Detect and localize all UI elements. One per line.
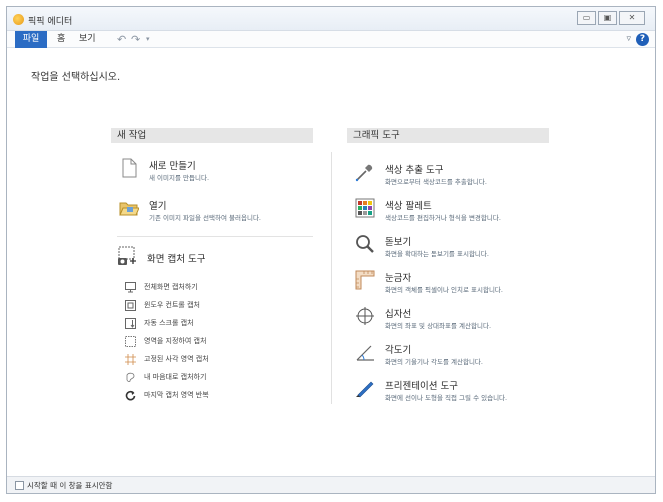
capture-region-label: 영역을 지정하여 캡처 xyxy=(144,337,207,345)
color-palette-title: 색상 팔레트 xyxy=(385,201,432,212)
crosshair-icon xyxy=(356,307,374,325)
magnifier-desc: 화면을 확대하는 돋보기를 표시합니다. xyxy=(385,250,489,258)
eyedropper-icon xyxy=(355,164,373,182)
scroll-capture-icon xyxy=(125,318,136,329)
fixed-region-icon xyxy=(125,354,136,365)
capture-region[interactable]: 영역을 지정하여 캡처 xyxy=(125,335,305,349)
freehand-icon xyxy=(126,372,135,383)
capture-freehand-label: 내 마음대로 캡처하기 xyxy=(144,373,207,381)
ruler-icon xyxy=(355,270,375,290)
new-image-item[interactable]: 새로 만들기 새 이미지를 만듭니다. xyxy=(119,158,309,186)
protractor-title: 각도기 xyxy=(385,345,412,356)
color-palette-item[interactable]: 색상 팔레트 색상코드를 편집하거나 형식을 변경합니다. xyxy=(355,198,555,226)
crosshair-item[interactable]: 십자선 화면의 좌표 및 상대좌표를 계산합니다. xyxy=(355,306,555,334)
column-divider xyxy=(331,152,332,404)
magnifier-icon xyxy=(356,235,374,253)
color-picker-title: 색상 추출 도구 xyxy=(385,165,444,176)
repeat-icon xyxy=(125,390,136,401)
graphic-tools-header: 그래픽 도구 xyxy=(347,128,549,143)
tab-file[interactable]: 파일 xyxy=(15,31,47,48)
ribbon-bar: 파일 홈 보기 ↶ ↷ ▾ ▿ ? xyxy=(7,31,655,48)
protractor-icon xyxy=(356,345,374,361)
window-control-icon xyxy=(125,300,136,311)
close-button[interactable]: ✕ xyxy=(619,11,645,25)
ruler-title: 눈금자 xyxy=(385,273,412,284)
screen-capture-item[interactable]: 화면 캡처 도구 xyxy=(117,246,307,270)
capture-repeat-last[interactable]: 마지막 캡처 영역 반복 xyxy=(125,389,305,403)
region-icon xyxy=(125,336,136,347)
open-title: 열기 xyxy=(149,201,167,212)
screen-capture-title: 화면 캡처 도구 xyxy=(147,254,206,265)
color-palette-desc: 색상코드를 편집하거나 형식을 변경합니다. xyxy=(385,214,501,222)
select-task-prompt: 작업을 선택하십시오. xyxy=(31,72,121,83)
open-desc: 기존 이미지 파일을 선택하여 불러옵니다. xyxy=(149,214,261,222)
pen-icon xyxy=(356,381,374,398)
magnifier-title: 돋보기 xyxy=(385,237,412,248)
capture-fixed-region-label: 고정된 사각 영역 캡처 xyxy=(144,355,209,363)
camera-icon xyxy=(118,246,136,265)
section-divider xyxy=(117,236,313,237)
ruler-item[interactable]: 눈금자 화면의 객체를 픽셀이나 인치로 표시합니다. xyxy=(355,270,555,298)
folder-icon xyxy=(119,202,139,216)
quick-access-dropdown[interactable]: ▾ xyxy=(146,35,150,43)
capture-window-control-label: 윈도우 컨트롤 캡처 xyxy=(144,301,200,309)
palette-icon xyxy=(355,198,375,218)
new-image-title: 새로 만들기 xyxy=(149,161,196,172)
presentation-tool-title: 프리젠테이션 도구 xyxy=(385,381,458,392)
dont-show-checkbox[interactable] xyxy=(15,481,24,490)
dont-show-checkbox-label[interactable]: 시작할 때 이 창을 표시안함 xyxy=(27,480,112,491)
magnifier-item[interactable]: 돋보기 화면을 확대하는 돋보기를 표시합니다. xyxy=(355,234,555,262)
capture-auto-scroll[interactable]: 자동 스크롤 캡처 xyxy=(125,317,305,331)
tab-home[interactable]: 홈 xyxy=(57,31,65,48)
crosshair-title: 십자선 xyxy=(385,309,412,320)
capture-auto-scroll-label: 자동 스크롤 캡처 xyxy=(144,319,194,327)
capture-repeat-last-label: 마지막 캡처 영역 반복 xyxy=(144,391,209,399)
open-item[interactable]: 열기 기존 이미지 파일을 선택하여 불러옵니다. xyxy=(119,198,309,226)
tab-view[interactable]: 보기 xyxy=(79,31,96,48)
ribbon-collapse-icon[interactable]: ▿ xyxy=(626,34,631,44)
app-icon xyxy=(13,14,24,25)
minimize-button[interactable]: ▭ xyxy=(577,11,596,25)
crosshair-desc: 화면의 좌표 및 상대좌표를 계산합니다. xyxy=(385,322,492,330)
presentation-tool-item[interactable]: 프리젠테이션 도구 화면에 선이나 도형을 직접 그릴 수 있습니다. xyxy=(355,378,555,406)
main-window: 픽픽 에디터 ▭ ▣ ✕ 파일 홈 보기 ↶ ↷ ▾ ▿ ? 작업을 선택하십시… xyxy=(6,6,656,494)
ruler-desc: 화면의 객체를 픽셀이나 인치로 표시합니다. xyxy=(385,286,503,294)
capture-fullscreen[interactable]: 전체화면 캡처하기 xyxy=(125,281,305,295)
title-bar: 픽픽 에디터 ▭ ▣ ✕ xyxy=(7,7,655,31)
undo-icon[interactable]: ↶ xyxy=(117,33,126,46)
capture-freehand[interactable]: 내 마음대로 캡처하기 xyxy=(125,371,305,385)
presentation-tool-desc: 화면에 선이나 도형을 직접 그릴 수 있습니다. xyxy=(385,394,508,402)
capture-fullscreen-label: 전체화면 캡처하기 xyxy=(144,283,198,291)
capture-fixed-region[interactable]: 고정된 사각 영역 캡처 xyxy=(125,353,305,367)
new-work-header: 새 작업 xyxy=(111,128,313,143)
capture-window-control[interactable]: 윈도우 컨트롤 캡처 xyxy=(125,299,305,313)
window-controls: ▭ ▣ ✕ xyxy=(577,11,645,25)
redo-icon[interactable]: ↷ xyxy=(131,33,140,46)
color-picker-desc: 화면으로부터 색상코드를 추출합니다. xyxy=(385,178,487,186)
window-title: 픽픽 에디터 xyxy=(28,17,73,27)
protractor-desc: 화면의 기울기나 각도를 계산합니다. xyxy=(385,358,483,366)
help-icon[interactable]: ? xyxy=(636,33,649,46)
new-document-icon xyxy=(122,158,137,178)
new-image-desc: 새 이미지를 만듭니다. xyxy=(149,174,210,182)
color-picker-item[interactable]: 색상 추출 도구 화면으로부터 색상코드를 추출합니다. xyxy=(355,162,555,190)
maximize-button[interactable]: ▣ xyxy=(598,11,617,25)
status-bar: 시작할 때 이 창을 표시안함 xyxy=(7,476,655,493)
protractor-item[interactable]: 각도기 화면의 기울기나 각도를 계산합니다. xyxy=(355,342,555,370)
monitor-icon xyxy=(125,282,136,293)
